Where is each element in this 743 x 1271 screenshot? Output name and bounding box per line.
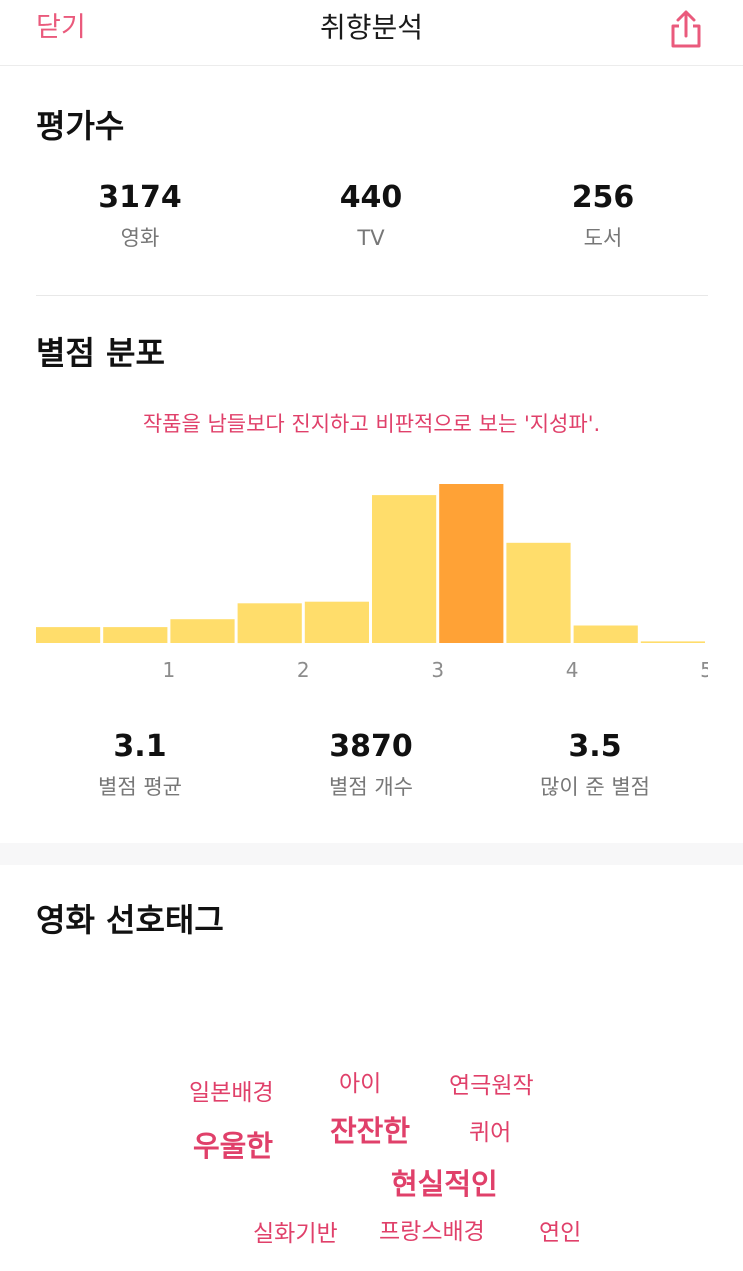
histogram-bar [372, 495, 437, 643]
stat-books: 256 도서 [503, 178, 703, 254]
share-icon[interactable] [666, 6, 706, 50]
histogram-bar [506, 542, 571, 643]
stat-rating-count: 3870 별점 개수 [271, 727, 471, 803]
histogram-bar-highlighted [439, 484, 504, 643]
star-distribution-chart: 1 2 3 4 5 [36, 484, 708, 682]
stat-value: 440 [339, 180, 403, 215]
tag-item[interactable]: 연극원작 [449, 1075, 534, 1098]
stat-average-rating: 3.1 별점 평균 [40, 727, 240, 803]
histogram-bar [573, 625, 638, 643]
histogram-bar [640, 641, 705, 643]
stat-value: 3870 [329, 729, 413, 764]
histogram-bar [170, 619, 235, 643]
section-divider [36, 295, 708, 296]
x-tick-label: 2 [297, 658, 310, 682]
tag-item[interactable]: 아이 [339, 1073, 381, 1096]
stat-value: 3.1 [113, 729, 167, 764]
stat-label: 별점 평균 [98, 775, 182, 799]
tag-item[interactable]: 잔잔한 [330, 1117, 410, 1146]
tag-cloud: 일본배경 아이 연극원작 우울한 잔잔한 퀴어 현실적인 실화기반 프랑스배경 … [0, 1040, 743, 1271]
histogram-bar [36, 627, 101, 643]
preferred-tags-title: 영화 선호태그 [36, 901, 224, 939]
x-tick-label: 4 [566, 658, 579, 682]
tag-item[interactable]: 연인 [539, 1222, 581, 1245]
stat-label: TV [357, 226, 385, 250]
histogram-bar [237, 603, 302, 644]
tag-item[interactable]: 프랑스배경 [379, 1221, 485, 1244]
histogram-bar [103, 627, 168, 643]
star-distribution-title: 별점 분포 [36, 334, 165, 372]
stat-value: 3.5 [568, 729, 622, 764]
stat-tv: 440 TV [271, 178, 471, 254]
x-tick-label: 3 [431, 658, 444, 682]
tag-item[interactable]: 우울한 [193, 1132, 273, 1161]
taste-tagline: 작품을 남들보다 진지하고 비판적으로 보는 '지성파'. [142, 412, 601, 436]
stat-most-given-rating: 3.5 많이 준 별점 [495, 727, 695, 803]
section-separator [0, 843, 743, 865]
stat-label: 영화 [120, 226, 160, 250]
stat-label: 도서 [583, 226, 623, 250]
ratings-count-title: 평가수 [36, 107, 125, 145]
tag-item[interactable]: 퀴어 [469, 1122, 511, 1145]
x-tick-label: 5 [700, 658, 708, 682]
x-tick-label: 1 [163, 658, 176, 682]
stat-value: 3174 [98, 180, 182, 215]
stat-label: 많이 준 별점 [540, 775, 650, 799]
tag-item[interactable]: 실화기반 [253, 1223, 338, 1246]
stat-label: 별점 개수 [329, 775, 413, 799]
stat-value: 256 [571, 180, 635, 215]
tag-item[interactable]: 일본배경 [189, 1082, 274, 1105]
top-bar: 닫기 취향분석 [0, 0, 743, 66]
page-title: 취향분석 [319, 11, 424, 44]
tag-item[interactable]: 현실적인 [391, 1170, 498, 1199]
histogram-bar [304, 601, 369, 643]
stat-movies: 3174 영화 [40, 178, 240, 254]
